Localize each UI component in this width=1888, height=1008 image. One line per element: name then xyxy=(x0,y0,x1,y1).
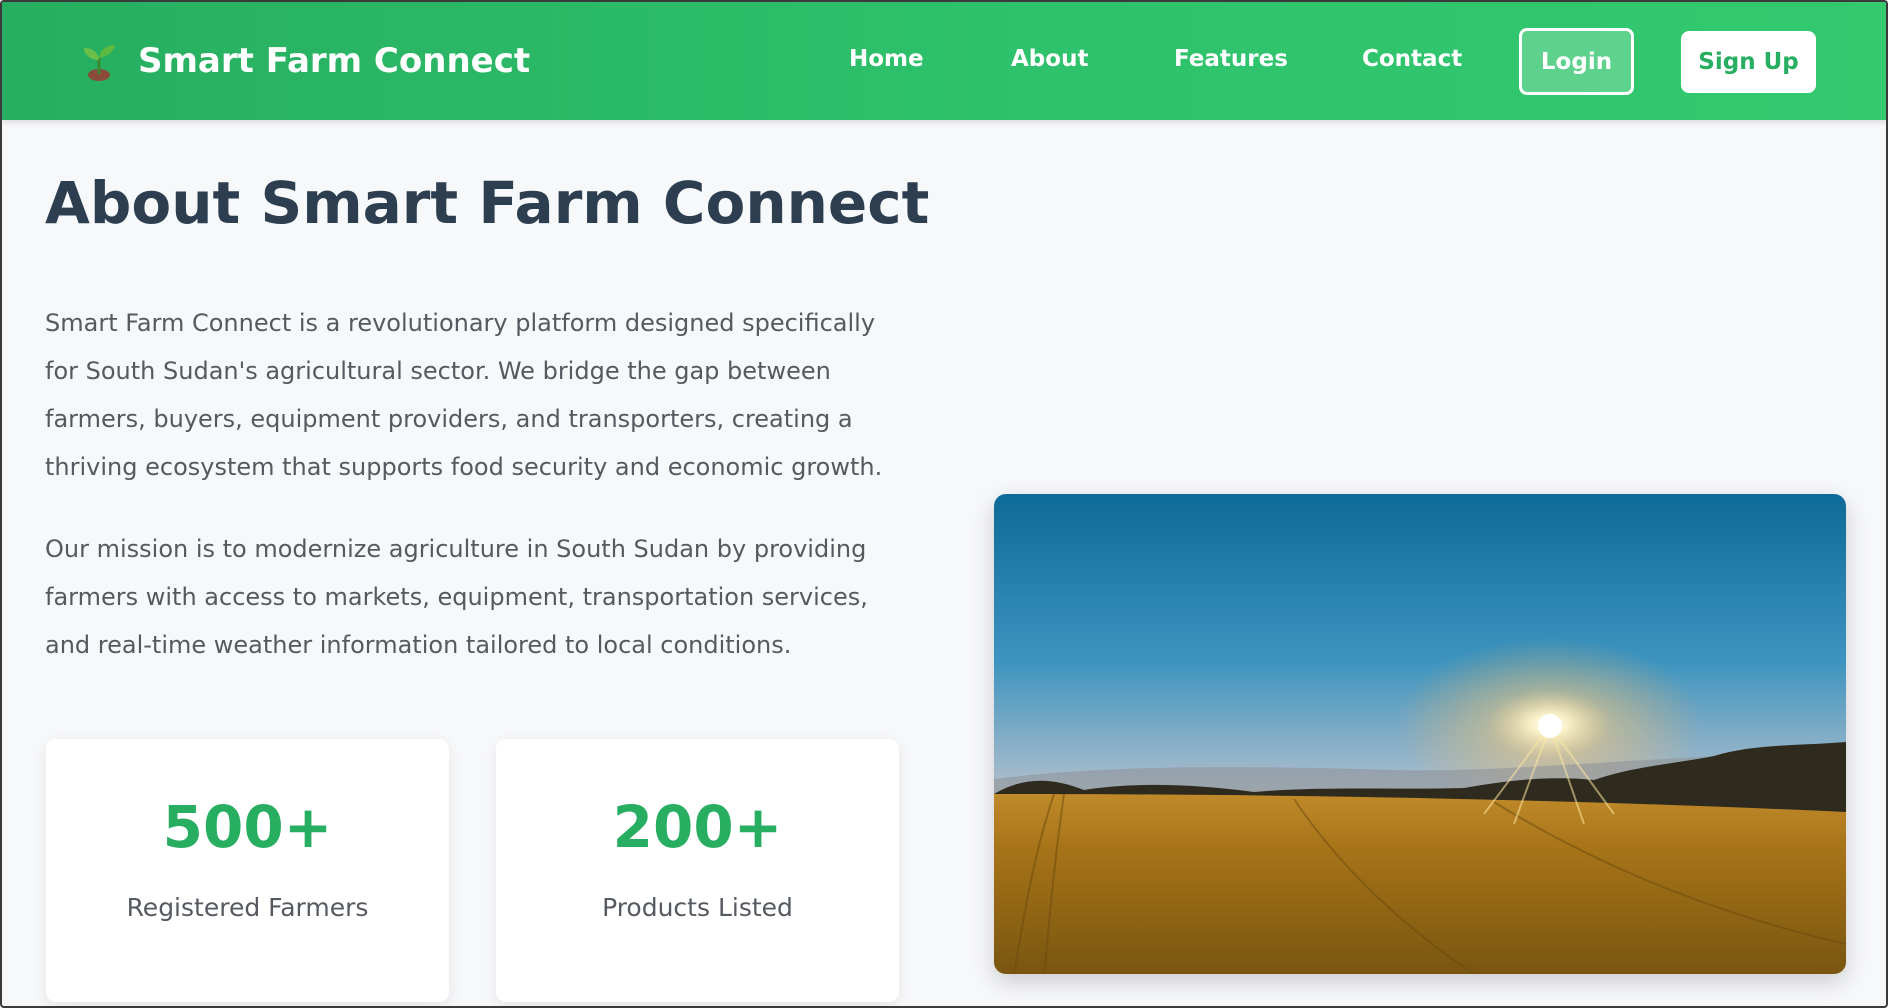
farm-field-sunset-image xyxy=(994,494,1846,974)
stat-value: 500+ xyxy=(162,793,333,861)
app-window: Smart Farm Connect Home About Features C… xyxy=(0,0,1888,1008)
nav-link-contact[interactable]: Contact xyxy=(1362,46,1462,72)
stat-label: Products Listed xyxy=(602,893,793,922)
signup-button[interactable]: Sign Up xyxy=(1681,31,1816,93)
about-description: Smart Farm Connect is a revolutionary pl… xyxy=(45,309,883,481)
login-button[interactable]: Login xyxy=(1519,28,1634,95)
nav-link-features[interactable]: Features xyxy=(1174,46,1288,72)
navbar: Smart Farm Connect Home About Features C… xyxy=(2,2,1886,120)
stat-card-products: 200+ Products Listed xyxy=(496,739,899,1002)
landscape-illustration xyxy=(994,494,1846,974)
nav-link-about[interactable]: About xyxy=(1011,46,1088,72)
mission-statement: Our mission is to modernize agriculture … xyxy=(45,535,868,659)
nav-link-home[interactable]: Home xyxy=(849,46,924,72)
stat-card-farmers: 500+ Registered Farmers xyxy=(46,739,449,1002)
stat-value: 200+ xyxy=(612,793,783,861)
stat-label: Registered Farmers xyxy=(126,893,369,922)
page-title: About Smart Farm Connect xyxy=(45,169,930,237)
